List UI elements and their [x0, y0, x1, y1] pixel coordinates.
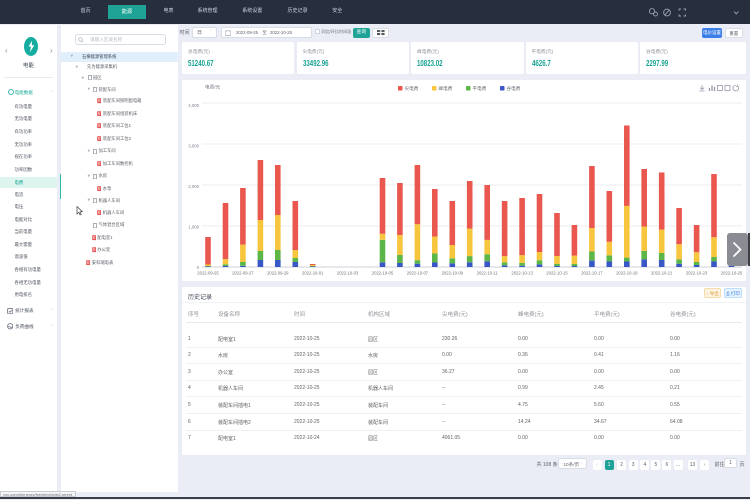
svg-text:0: 0 [197, 265, 200, 270]
svg-text:2,000: 2,000 [188, 184, 199, 189]
svg-text:2022-10-07: 2022-10-07 [407, 270, 429, 275]
svg-text:2022-10-03: 2022-10-03 [337, 270, 359, 275]
svg-text:平电费: 平电费 [473, 85, 487, 92]
svg-text:3,000: 3,000 [188, 144, 199, 149]
svg-text:2022-10-09: 2022-10-09 [442, 270, 464, 275]
svg-text:2022-10-15: 2022-10-15 [546, 270, 568, 275]
svg-text:2022-10-05: 2022-10-05 [372, 270, 394, 275]
svg-text:尖电费: 尖电费 [405, 85, 419, 92]
svg-text:2022-10-13: 2022-10-13 [511, 270, 533, 275]
svg-text:4,000: 4,000 [188, 103, 199, 108]
svg-text:2022-10-01: 2022-10-01 [302, 270, 324, 275]
svg-text:2022-10-19: 2022-10-19 [616, 270, 638, 275]
svg-text:2022-09-25: 2022-09-25 [197, 270, 219, 275]
svg-text:2022-09-27: 2022-09-27 [232, 270, 254, 275]
svg-text:2022-10-11: 2022-10-11 [477, 270, 499, 275]
svg-text:2022-10-23: 2022-10-23 [686, 270, 708, 275]
svg-text:2022-10-21: 2022-10-21 [651, 270, 673, 275]
svg-text:电费/元: 电费/元 [205, 83, 220, 90]
svg-text:峰电费: 峰电费 [439, 85, 453, 92]
svg-text:2022-10-25: 2022-10-25 [721, 270, 743, 275]
svg-text:1,000: 1,000 [188, 224, 199, 229]
svg-text:2022-10-17: 2022-10-17 [581, 270, 603, 275]
svg-text:谷电费: 谷电费 [507, 85, 521, 92]
svg-text:2022-09-29: 2022-09-29 [267, 270, 289, 275]
